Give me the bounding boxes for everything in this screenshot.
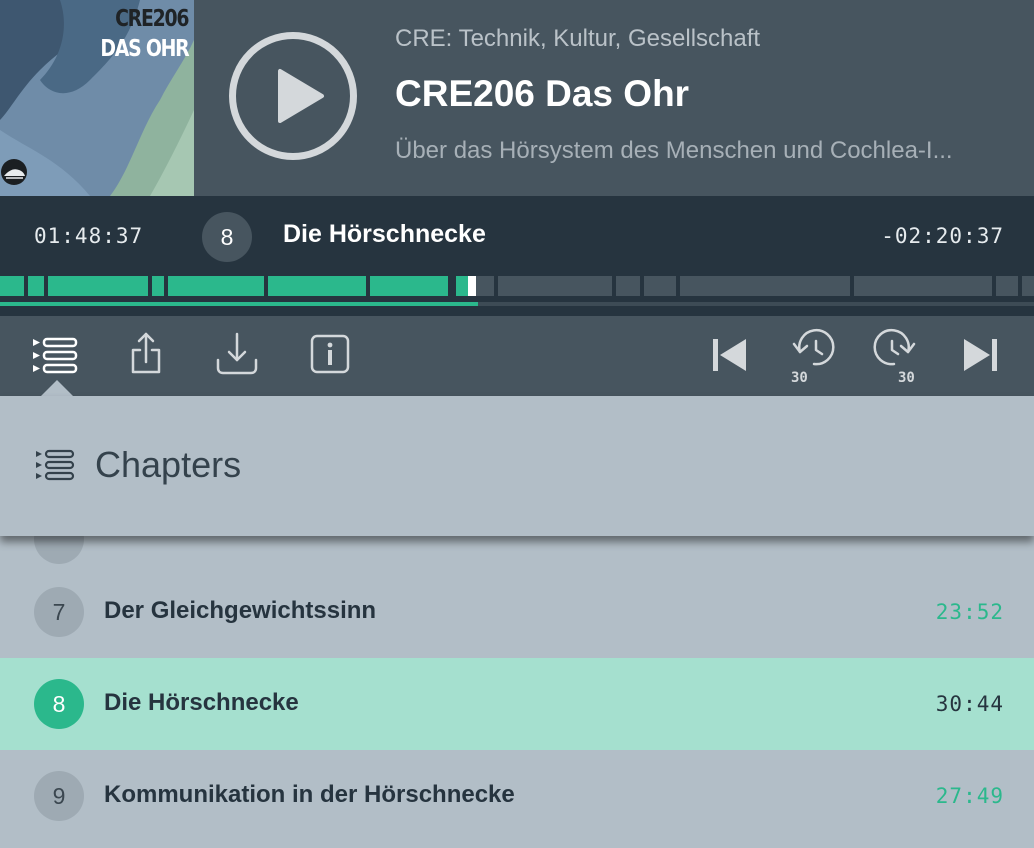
chapter-segment[interactable]: [28, 276, 44, 296]
chapter-progress-track[interactable]: [0, 276, 1034, 296]
show-name: CRE: Technik, Kultur, Gesellschaft: [395, 25, 761, 52]
panel-pointer: [41, 380, 73, 396]
playback-bar: 01:48:37 8 Die Hörschnecke -02:20:37: [0, 196, 1034, 316]
chapter-segment[interactable]: [644, 276, 676, 296]
cre-logo-icon: [0, 158, 28, 186]
next-chapter-icon: [964, 339, 997, 371]
chapter-row[interactable]: 7 Der Gleichgewichtssinn 23:52: [0, 566, 1034, 658]
play-icon: [278, 69, 324, 123]
rewind-seconds: 30: [791, 370, 808, 384]
chapters-list-icon: [33, 337, 78, 374]
chapters-panel-title: Chapters: [95, 444, 242, 485]
chapter-duration: 27:49: [935, 784, 1004, 808]
share-button[interactable]: [118, 328, 174, 384]
chapter-row-active[interactable]: 8 Die Hörschnecke 30:44: [0, 658, 1034, 750]
play-button[interactable]: [229, 32, 357, 160]
forward-seconds: 30: [898, 370, 915, 384]
chapter-title: Der Gleichgewichtssinn: [104, 597, 377, 624]
download-icon: [216, 332, 258, 375]
previous-row-number: [34, 536, 84, 564]
cover-title-line1: CRE206: [114, 6, 189, 32]
chapter-list: 7 Der Gleichgewichtssinn 23:52 8 Die Hör…: [0, 536, 1034, 848]
chapters-list-button[interactable]: [28, 328, 84, 384]
chapter-segment[interactable]: [0, 276, 24, 296]
share-icon: [131, 332, 161, 374]
next-chapter-button[interactable]: [954, 328, 1010, 384]
chapter-segment[interactable]: [475, 276, 494, 296]
cover-art: CRE206 DAS OHR: [0, 0, 194, 196]
playhead-marker[interactable]: [467, 276, 476, 296]
rewind-30-icon: 30: [791, 328, 835, 384]
info-button[interactable]: [302, 328, 358, 384]
forward-30-button[interactable]: 30: [868, 328, 924, 384]
chapter-duration: 30:44: [935, 692, 1004, 716]
previous-chapter-button[interactable]: [702, 328, 758, 384]
chapter-number: 8: [34, 679, 84, 729]
chapter-title: Kommunikation in der Hörschnecke: [104, 781, 515, 808]
episode-subtitle: Über das Hörsystem des Menschen und Coch…: [395, 137, 953, 164]
current-chapter-title: Die Hörschnecke: [283, 220, 486, 248]
download-button[interactable]: [209, 328, 265, 384]
chapter-segment[interactable]: [48, 276, 148, 296]
chapter-duration: 23:52: [935, 600, 1004, 624]
chapter-row[interactable]: 9 Kommunikation in der Hörschnecke 27:49: [0, 750, 1034, 842]
remaining-time: -02:20:37: [881, 224, 1004, 248]
chapter-segment[interactable]: [498, 276, 612, 296]
info-icon: [310, 334, 350, 374]
chapter-segment[interactable]: [168, 276, 264, 296]
chapter-title: Die Hörschnecke: [104, 689, 299, 716]
rewind-30-button[interactable]: 30: [784, 328, 840, 384]
progress-bar[interactable]: [0, 302, 1034, 306]
previous-chapter-icon: [713, 339, 746, 371]
chapter-segment[interactable]: [680, 276, 850, 296]
chapter-number: 9: [34, 771, 84, 821]
chapter-segment[interactable]: [996, 276, 1018, 296]
forward-30-icon: 30: [873, 328, 916, 384]
chapter-segment[interactable]: [268, 276, 366, 296]
episode-title: CRE206 Das Ohr: [395, 73, 690, 114]
chapters-panel-header: Chapters: [0, 396, 1034, 536]
elapsed-time: 01:48:37: [34, 224, 144, 248]
chapter-number: 7: [34, 587, 84, 637]
chapter-segment[interactable]: [370, 276, 448, 296]
cover-title-line2: DAS OHR: [99, 36, 189, 62]
chapters-list-icon: [36, 449, 75, 481]
chapter-segment[interactable]: [854, 276, 992, 296]
current-chapter-number: 8: [202, 212, 252, 262]
chapter-segment[interactable]: [616, 276, 640, 296]
episode-header: CRE206 DAS OHR CRE: Technik, Kultur, Ges…: [0, 0, 1034, 196]
chapter-segment[interactable]: [1022, 276, 1034, 296]
player-toolbar: 30 30: [0, 316, 1034, 396]
progress-bar-fill: [0, 302, 479, 306]
chapter-segment[interactable]: [152, 276, 164, 296]
